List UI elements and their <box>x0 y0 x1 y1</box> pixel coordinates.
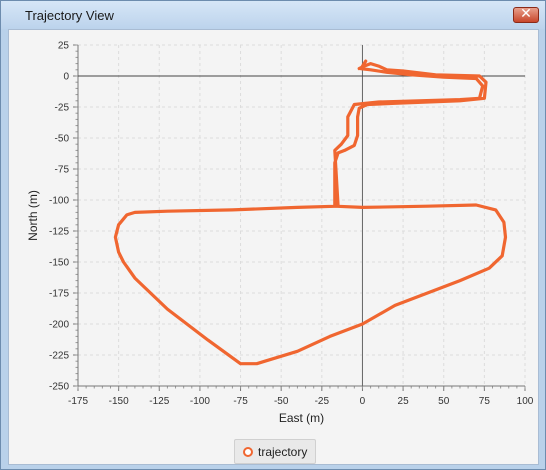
y-tick-label: -100 <box>49 196 69 207</box>
y-tick-label: -25 <box>55 103 70 114</box>
x-tick-label: -125 <box>149 396 169 407</box>
y-tick-label: -175 <box>49 289 69 300</box>
y-tick-label: -200 <box>49 320 69 331</box>
x-tick-label: -150 <box>109 396 129 407</box>
x-tick-label: -50 <box>274 396 289 407</box>
trajectory-chart: -175 -150 -125 -100 -75 -50 -25 0 25 50 75 100250-2… <box>26 41 534 426</box>
legend-marker-icon <box>243 446 253 457</box>
trajectory-window: Trajectory View ✕ -175 -150 -125 -100 -75 -50… <box>0 0 546 470</box>
close-button[interactable]: ✕ <box>513 6 539 23</box>
x-axis-label: East (m) <box>279 411 324 425</box>
x-tick-label: -100 <box>190 396 210 407</box>
y-tick-label: 0 <box>63 72 69 83</box>
close-icon: ✕ <box>520 6 532 22</box>
y-tick-label: 25 <box>58 41 70 52</box>
x-tick-label: 75 <box>479 396 491 407</box>
x-tick-label: 25 <box>398 396 410 407</box>
x-tick-label: 100 <box>517 396 534 407</box>
y-tick-label: -225 <box>49 351 69 362</box>
x-tick-label: 0 <box>360 396 366 407</box>
x-tick-label: 50 <box>438 396 450 407</box>
y-axis-label: North (m) <box>26 190 40 241</box>
legend-label: trajectory <box>258 444 308 459</box>
legend[interactable]: trajectory <box>234 439 317 464</box>
y-tick-label: -50 <box>55 134 70 145</box>
chart-panel: -175 -150 -125 -100 -75 -50 -25 0 25 50 75 100 25 0 -2… <box>8 29 539 465</box>
title-bar[interactable]: Trajectory View ✕ <box>1 1 545 29</box>
y-tick-label: -150 <box>49 258 69 269</box>
window-title: Trajectory View <box>25 8 114 23</box>
x-tick-label: -25 <box>315 396 330 407</box>
x-tick-label: -175 <box>68 396 88 407</box>
y-tick-label: -75 <box>55 165 70 176</box>
y-tick-label: -125 <box>49 227 69 238</box>
y-tick-label: -250 <box>49 382 69 393</box>
x-tick-label: -75 <box>233 396 248 407</box>
plot-area <box>78 45 525 386</box>
